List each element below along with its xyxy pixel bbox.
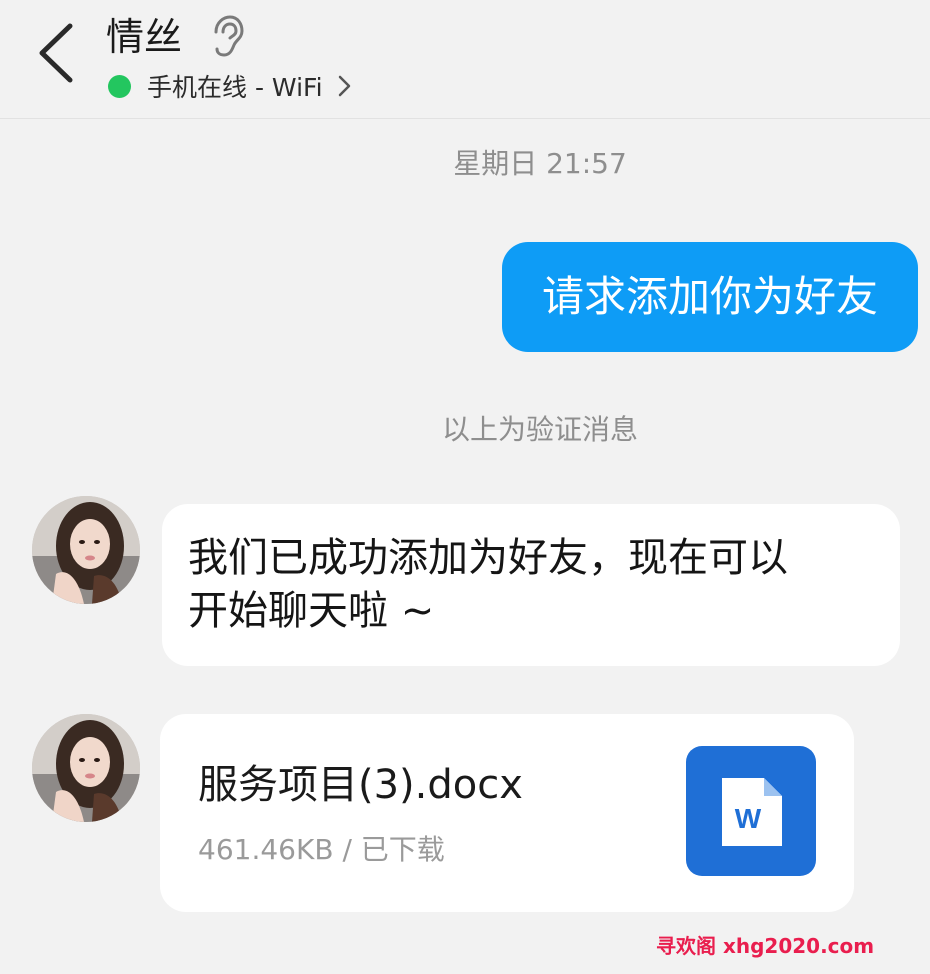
ear-icon[interactable]	[208, 14, 244, 58]
file-name: 服务项目(3).docx	[198, 762, 523, 808]
contact-name[interactable]: 情丝	[106, 12, 182, 62]
outgoing-message-bubble[interactable]: 请求添加你为好友	[502, 242, 918, 352]
incoming-message-bubble[interactable]: 我们已成功添加为好友，现在可以 开始聊天啦 ~	[162, 504, 900, 666]
chevron-right-icon	[338, 75, 350, 97]
incoming-message-line: 我们已成功添加为好友，现在可以	[188, 535, 788, 581]
back-arrow-icon[interactable]	[30, 18, 86, 88]
incoming-message-line: 开始聊天啦 ~	[188, 588, 435, 634]
file-meta: 461.46KB / 已下载	[198, 833, 445, 866]
contact-avatar[interactable]	[32, 496, 140, 604]
file-message-card[interactable]: 服务项目(3).docx 461.46KB / 已下载 W	[160, 714, 854, 912]
message-timestamp: 星期日 21:57	[453, 147, 627, 180]
online-dot-icon	[108, 74, 131, 98]
online-status[interactable]: 手机在线 - WiFi	[108, 68, 353, 104]
word-document-icon: W	[686, 746, 816, 876]
verification-note: 以上为验证消息	[441, 413, 638, 446]
contact-avatar[interactable]	[32, 714, 140, 822]
svg-text:W: W	[735, 803, 762, 834]
chat-header: 情丝 手机在线 - WiFi	[0, 0, 930, 119]
watermark: 寻欢阁 xhg2020.com	[656, 934, 875, 958]
status-text: 手机在线 - WiFi	[147, 73, 323, 102]
